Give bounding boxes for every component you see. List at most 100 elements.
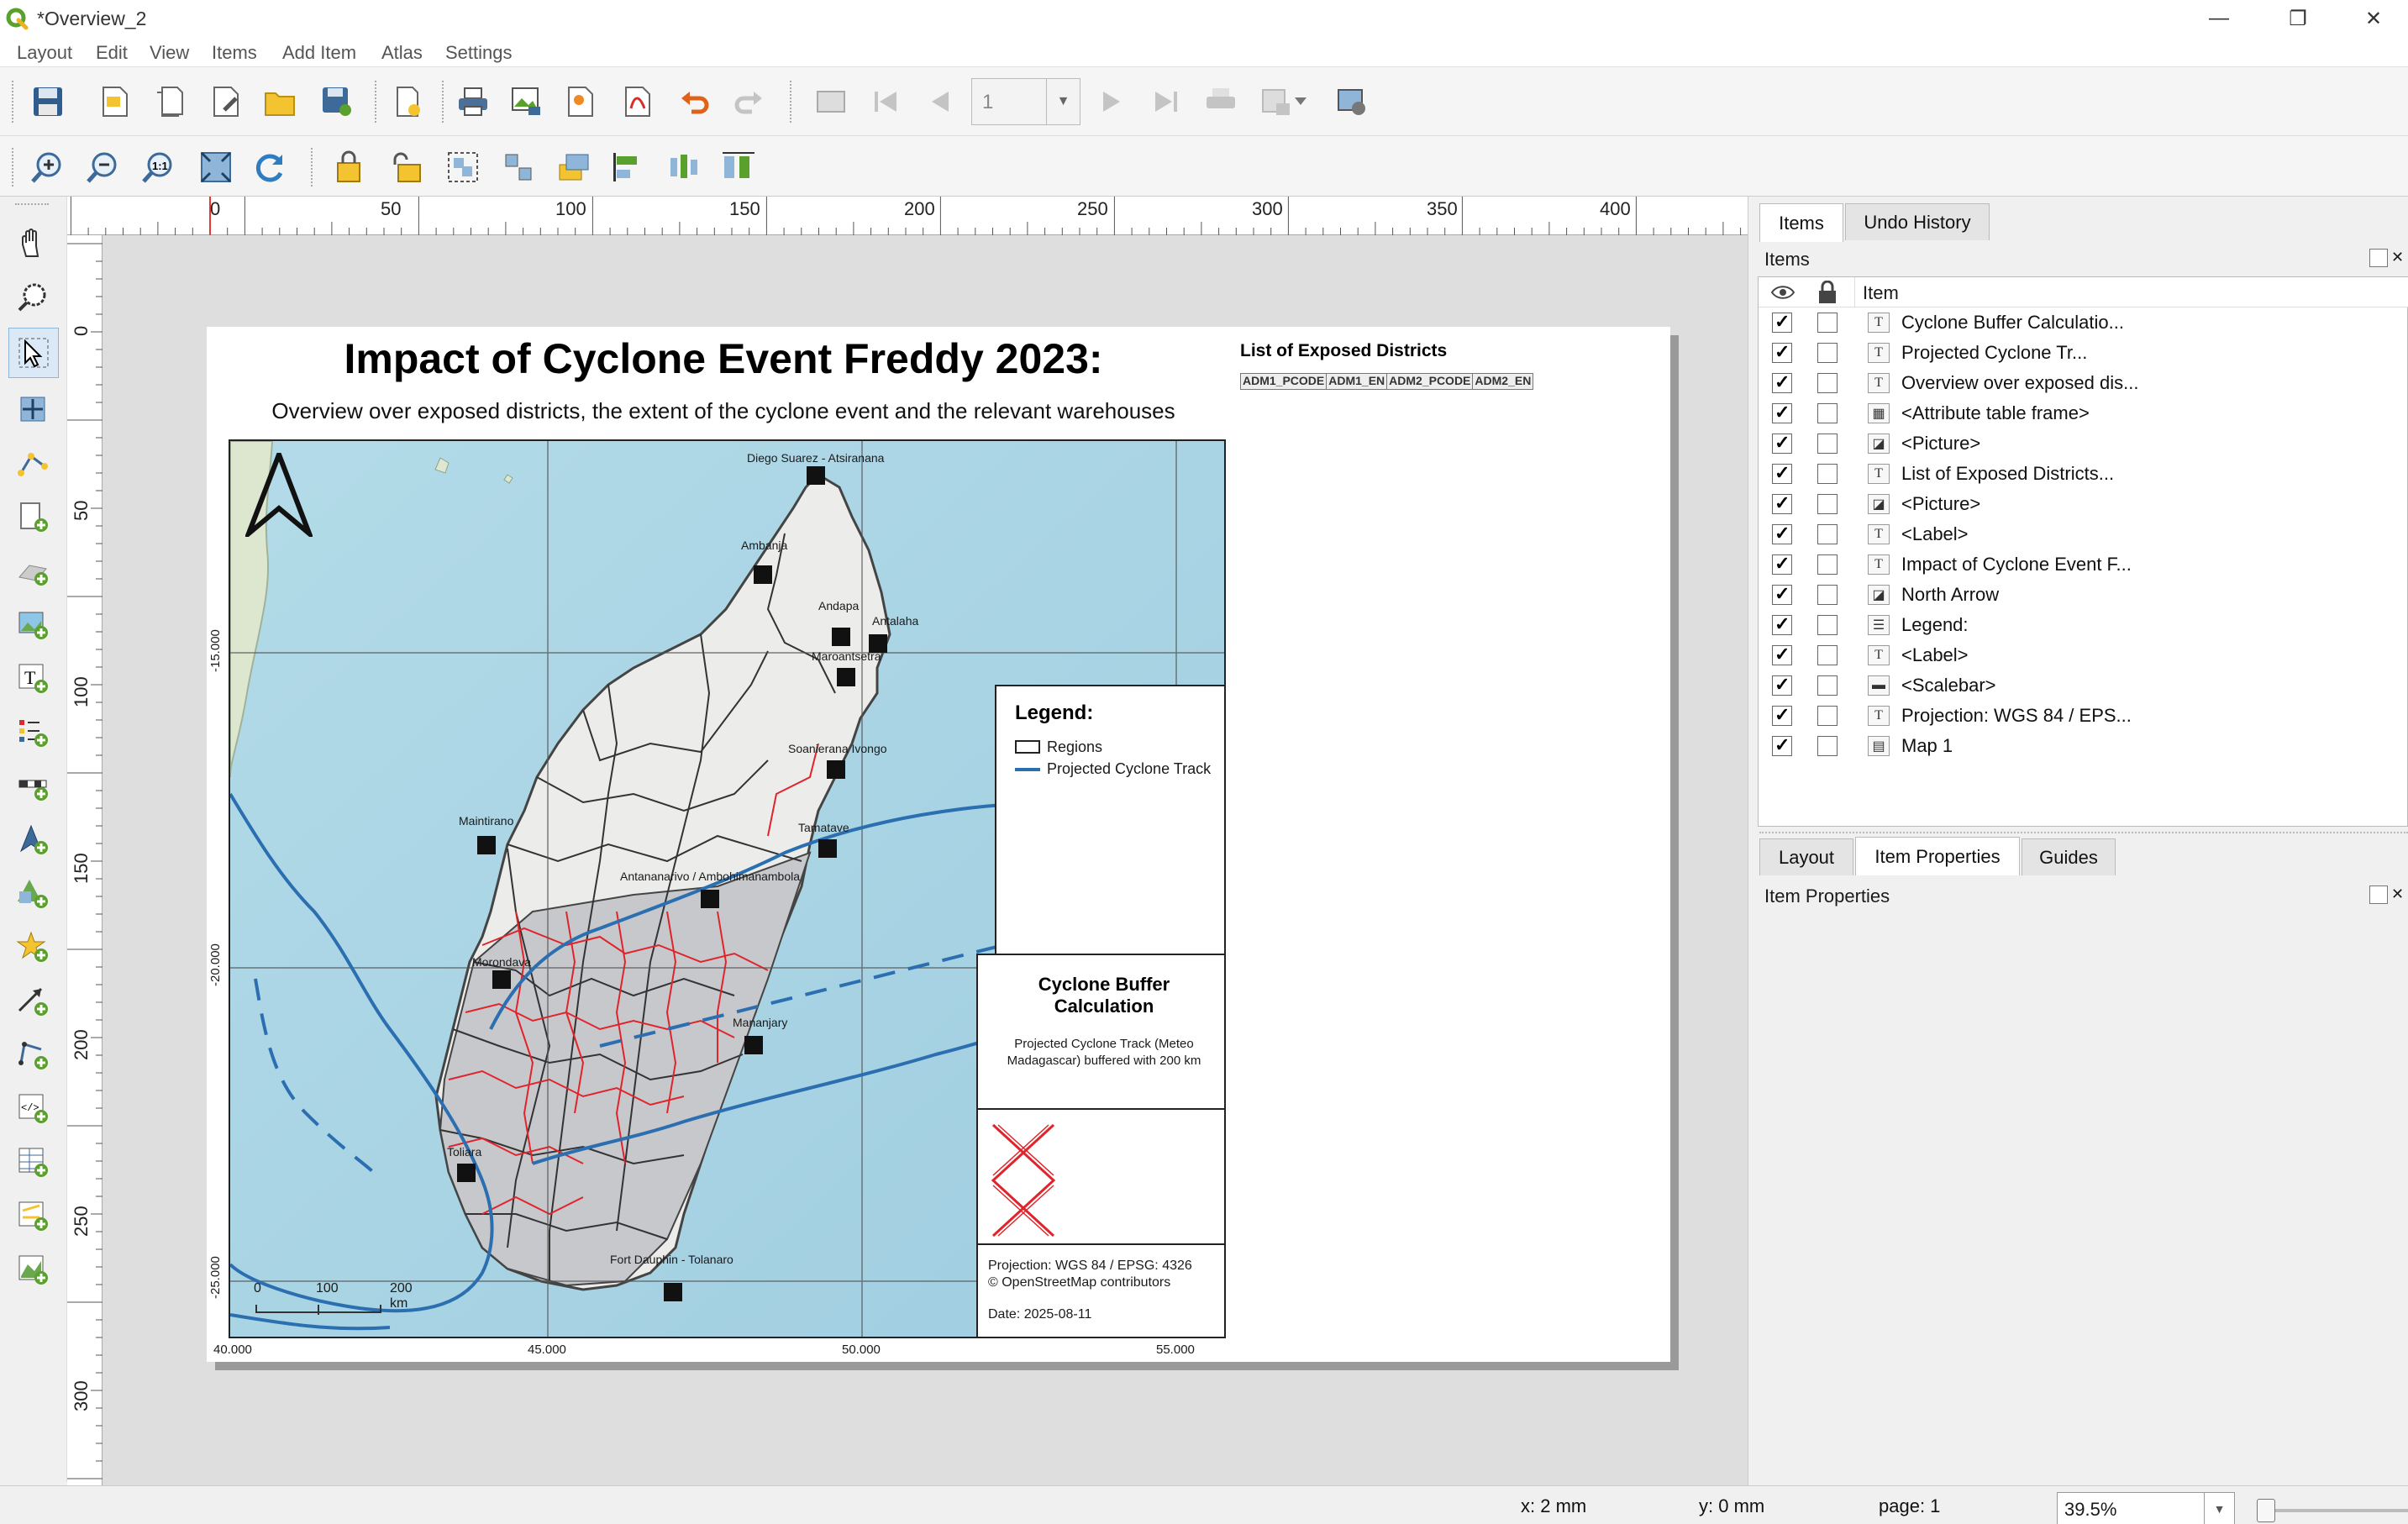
close-button[interactable]: ✕: [2336, 2, 2408, 35]
atlas-settings-icon[interactable]: [1333, 82, 1371, 121]
toolbar-grip[interactable]: [442, 81, 447, 123]
last-feature-icon[interactable]: [1146, 82, 1185, 121]
lock-checkbox[interactable]: [1817, 343, 1838, 363]
zoom-out-icon[interactable]: [84, 148, 123, 187]
duplicate-layout-icon[interactable]: [151, 82, 190, 121]
open-template-icon[interactable]: [260, 82, 299, 121]
add-map-icon[interactable]: [13, 605, 52, 644]
map-frame[interactable]: Diego Suarez - Atsiranana Ambanja Andapa…: [229, 439, 1226, 1338]
toolbar-grip[interactable]: [12, 148, 17, 187]
tab-layout[interactable]: Layout: [1759, 838, 1853, 875]
zoom-slider-handle[interactable]: [2257, 1499, 2275, 1522]
menu-items[interactable]: Items: [212, 42, 257, 64]
zoom-combo[interactable]: 39.5% ▼: [2057, 1492, 2235, 1524]
visibility-checkbox[interactable]: [1772, 674, 1792, 696]
pan-tool-icon[interactable]: [13, 223, 52, 262]
add-3d-map-icon[interactable]: [13, 551, 52, 590]
select-move-tool-icon[interactable]: [8, 328, 59, 378]
tab-guides[interactable]: Guides: [2022, 838, 2116, 875]
visibility-checkbox[interactable]: [1772, 371, 1792, 393]
info-box[interactable]: Projection: WGS 84 / EPSG: 4326 © OpenSt…: [976, 1243, 1224, 1337]
chevron-down-icon[interactable]: ▼: [2204, 1493, 2234, 1524]
add-pages-tool-icon[interactable]: [13, 497, 52, 536]
layout-title[interactable]: Impact of Cyclone Event Freddy 2023:: [207, 334, 1240, 383]
lock-checkbox[interactable]: [1817, 554, 1838, 575]
tab-item-properties[interactable]: Item Properties: [1855, 837, 2020, 875]
raise-items-icon[interactable]: [555, 148, 593, 187]
visibility-checkbox[interactable]: [1772, 492, 1792, 514]
exposed-districts-title[interactable]: List of Exposed Districts: [1240, 341, 1447, 361]
layout-item-row[interactable]: ☰ Legend:: [1759, 610, 2408, 640]
menu-layout[interactable]: Layout: [17, 42, 72, 64]
move-content-icon[interactable]: [13, 390, 52, 428]
atlas-preview-icon[interactable]: [812, 82, 850, 121]
buffer-box[interactable]: Cyclone Buffer Calculation Projected Cyc…: [976, 954, 1224, 1110]
align-items-icon[interactable]: [608, 148, 647, 187]
add-elevation-profile-icon[interactable]: [13, 1250, 52, 1289]
toolbar-grip[interactable]: [15, 203, 49, 206]
toolbar-grip[interactable]: [12, 81, 17, 123]
visibility-checkbox[interactable]: [1772, 432, 1792, 454]
layout-item-row[interactable]: ◪ North Arrow: [1759, 580, 2408, 610]
add-html-icon[interactable]: </>: [13, 1089, 52, 1127]
visibility-checkbox[interactable]: [1772, 704, 1792, 726]
resize-items-icon[interactable]: [719, 148, 758, 187]
layout-properties-icon[interactable]: [207, 82, 245, 121]
layout-item-row[interactable]: T Impact of Cyclone Event F...: [1759, 549, 2408, 580]
add-marker-icon[interactable]: [13, 928, 52, 966]
horizontal-ruler[interactable]: 0 50 100 150 200 250 300 350 400: [67, 197, 1748, 235]
zoom-100-icon[interactable]: 1:1: [139, 148, 178, 187]
lock-checkbox[interactable]: [1817, 706, 1838, 726]
chevron-down-icon[interactable]: [1291, 82, 1311, 121]
add-arrow-icon[interactable]: [13, 981, 52, 1020]
items-tree[interactable]: Item T Cyclone Buffer Calculatio... T Proje…: [1758, 276, 2408, 827]
distribute-items-icon[interactable]: [664, 148, 702, 187]
previous-feature-icon[interactable]: [923, 82, 961, 121]
tab-items[interactable]: Items: [1759, 203, 1843, 242]
visibility-checkbox[interactable]: [1772, 613, 1792, 635]
layout-item-row[interactable]: T Overview over exposed dis...: [1759, 368, 2408, 398]
visibility-checkbox[interactable]: [1772, 402, 1792, 423]
group-items-icon[interactable]: [444, 148, 482, 187]
visibility-checkbox[interactable]: [1772, 583, 1792, 605]
print-icon[interactable]: [454, 82, 492, 121]
menu-edit[interactable]: Edit: [96, 42, 128, 64]
export-svg-icon[interactable]: [561, 82, 600, 121]
add-fixed-table-icon[interactable]: [13, 1196, 52, 1235]
ungroup-items-icon[interactable]: [499, 148, 538, 187]
new-layout-icon[interactable]: [96, 82, 134, 121]
add-nodes-item-icon[interactable]: [13, 1035, 52, 1074]
add-scalebar-icon[interactable]: [13, 766, 52, 805]
scalebar[interactable]: 0 100 200 km: [254, 1281, 413, 1322]
lock-checkbox[interactable]: [1817, 373, 1838, 393]
float-panel-icon[interactable]: [2369, 249, 2388, 267]
add-north-arrow-icon[interactable]: [13, 820, 52, 859]
layout-item-row[interactable]: ▤ Map 1: [1759, 731, 2408, 761]
add-pages-icon[interactable]: [388, 82, 427, 121]
visibility-checkbox[interactable]: [1772, 644, 1792, 665]
eye-icon[interactable]: [1770, 284, 1795, 301]
visibility-checkbox[interactable]: [1772, 311, 1792, 333]
unlock-items-icon[interactable]: [388, 148, 427, 187]
add-label-icon[interactable]: T: [13, 659, 52, 697]
lock-checkbox[interactable]: [1817, 736, 1838, 756]
edit-nodes-icon[interactable]: [13, 444, 52, 482]
add-attribute-table-icon[interactable]: [13, 1143, 52, 1181]
print-atlas-icon[interactable]: [1201, 82, 1240, 121]
lock-checkbox[interactable]: [1817, 464, 1838, 484]
save-layout-icon[interactable]: [29, 82, 67, 121]
buffer-picture[interactable]: [976, 1108, 1224, 1246]
chevron-down-icon[interactable]: ▼: [1046, 79, 1080, 124]
visibility-checkbox[interactable]: [1772, 523, 1792, 544]
redo-icon[interactable]: [729, 82, 768, 121]
undo-icon[interactable]: [676, 82, 714, 121]
zoom-full-icon[interactable]: [197, 148, 235, 187]
menu-view[interactable]: View: [150, 42, 189, 64]
visibility-checkbox[interactable]: [1772, 462, 1792, 484]
close-panel-icon[interactable]: ✕: [2391, 885, 2408, 904]
layout-item-row[interactable]: T <Label>: [1759, 519, 2408, 549]
lock-checkbox[interactable]: [1817, 645, 1838, 665]
menu-settings[interactable]: Settings: [445, 42, 513, 64]
lock-icon[interactable]: [1817, 281, 1838, 304]
menu-add-item[interactable]: Add Item: [282, 42, 356, 64]
